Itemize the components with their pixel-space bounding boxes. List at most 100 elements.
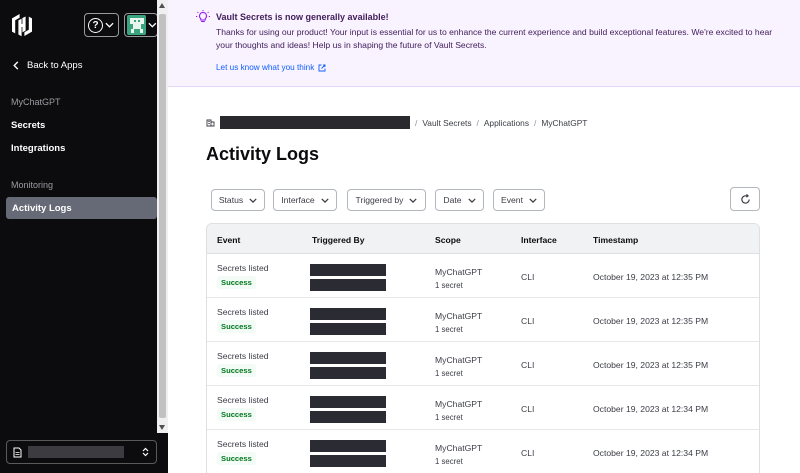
status-badge: Success: [217, 320, 256, 333]
filter-label: Date: [443, 195, 462, 205]
redacted-user: [310, 440, 386, 452]
filter-date-dropdown[interactable]: Date: [435, 189, 484, 211]
page-title: Activity Logs: [206, 144, 320, 164]
column-header-interface: Interface: [521, 235, 557, 245]
event-name: Secrets listed: [217, 439, 269, 449]
breadcrumb: / Vault Secrets / Applications / MyChatG…: [206, 116, 587, 129]
chevron-down-icon: [249, 197, 257, 203]
timestamp-value: October 19, 2023 at 12:35 PM: [593, 360, 709, 370]
banner-body: Thanks for using our product! Your input…: [216, 27, 773, 50]
chevron-down-icon: [467, 197, 476, 203]
scope-detail: 1 secret: [435, 369, 463, 378]
table-row[interactable]: Secrets listed Success MyChatGPT 1 secre…: [207, 342, 759, 386]
column-header-timestamp: Timestamp: [593, 235, 639, 245]
sidebar-item-secrets[interactable]: Secrets: [11, 120, 45, 131]
event-name: Secrets listed: [217, 395, 269, 405]
timestamp-value: October 19, 2023 at 12:34 PM: [593, 404, 709, 414]
redacted-user: [310, 264, 386, 276]
user-menu-button[interactable]: [124, 13, 158, 37]
table-row[interactable]: Secrets listed Success MyChatGPT 1 secre…: [207, 254, 759, 298]
status-badge: Success: [217, 364, 256, 377]
sidebar: ? Back to Apps MyChatGPT Secrets Integra…: [0, 0, 168, 473]
breadcrumb-vault-secrets[interactable]: Vault Secrets: [422, 118, 471, 128]
sidebar-item-activity-logs[interactable]: Activity Logs: [6, 197, 157, 219]
refresh-icon: [740, 193, 750, 204]
monitoring-section-label: Monitoring: [11, 180, 54, 190]
breadcrumb-current-app: MyChatGPT: [541, 117, 588, 128]
chevron-down-icon: [321, 197, 329, 203]
filter-label: Triggered by: [355, 195, 404, 205]
scope-detail: 1 secret: [435, 457, 463, 466]
feedback-link-label: Let us know what you think: [216, 63, 315, 72]
back-to-apps-link[interactable]: Back to Apps: [13, 60, 82, 71]
announcement-banner: Vault Secrets is now generally available…: [168, 0, 800, 87]
redacted-user-detail: [310, 323, 386, 335]
organization-icon: [206, 119, 215, 127]
avatar: [127, 15, 147, 35]
column-header-scope: Scope: [435, 235, 461, 245]
refresh-button[interactable]: [730, 187, 760, 211]
interface-value: CLI: [521, 404, 535, 414]
status-badge: Success: [217, 408, 256, 421]
hashicorp-logo-icon[interactable]: [10, 13, 34, 37]
status-badge: Success: [217, 276, 256, 289]
filter-interface-dropdown[interactable]: Interface: [273, 189, 337, 211]
chevron-down-icon: [409, 197, 418, 203]
help-menu-button[interactable]: ?: [84, 13, 119, 37]
interface-value: CLI: [521, 272, 535, 282]
redacted-user-detail: [310, 367, 386, 379]
scroll-up-icon[interactable]: [159, 3, 165, 8]
filter-label: Event: [501, 195, 523, 205]
timestamp-value: October 19, 2023 at 12:34 PM: [593, 448, 709, 458]
scope-app: MyChatGPT: [435, 355, 483, 365]
external-link-icon: [318, 64, 326, 71]
filter-status-dropdown[interactable]: Status: [211, 189, 265, 211]
project-selector[interactable]: [6, 440, 157, 464]
redacted-project-name: [28, 446, 124, 458]
help-icon: ?: [88, 17, 103, 33]
lightbulb-icon: [196, 10, 210, 23]
back-link-label: Back to Apps: [27, 60, 83, 71]
filter-event-dropdown[interactable]: Event: [493, 189, 545, 211]
feedback-link[interactable]: Let us know what you think: [216, 63, 326, 72]
interface-value: CLI: [521, 360, 535, 370]
sidebar-scrollbar[interactable]: [157, 0, 168, 433]
app-name-label: MyChatGPT: [11, 97, 61, 107]
sidebar-item-integrations[interactable]: Integrations: [11, 143, 65, 154]
redacted-user-detail: [310, 411, 386, 423]
timestamp-value: October 19, 2023 at 12:35 PM: [593, 272, 709, 282]
chevron-down-icon: [529, 197, 537, 203]
table-row[interactable]: Secrets listed Success MyChatGPT 1 secre…: [207, 298, 759, 342]
table-row[interactable]: Secrets listed Success MyChatGPT 1 secre…: [207, 430, 759, 473]
redacted-user: [310, 308, 386, 320]
chevron-up-down-icon: [142, 447, 149, 457]
column-header-triggered-by: Triggered By: [312, 235, 365, 245]
breadcrumb-applications[interactable]: Applications: [484, 118, 529, 128]
document-icon: [13, 447, 22, 457]
event-name: Secrets listed: [217, 307, 269, 317]
chevron-down-icon: [105, 22, 114, 28]
redacted-organization-name[interactable]: [220, 116, 410, 129]
scroll-down-icon[interactable]: [159, 425, 165, 430]
redacted-user: [310, 396, 386, 408]
scope-app: MyChatGPT: [435, 443, 483, 453]
table-header: Event Triggered By Scope Interface Times…: [207, 224, 759, 254]
interface-value: CLI: [521, 316, 535, 326]
scope-detail: 1 secret: [435, 325, 463, 334]
scope-app: MyChatGPT: [435, 311, 483, 321]
activity-logs-table: Event Triggered By Scope Interface Times…: [206, 223, 760, 473]
scope-detail: 1 secret: [435, 413, 463, 422]
interface-value: CLI: [521, 448, 535, 458]
chevron-left-icon: [13, 61, 19, 70]
timestamp-value: October 19, 2023 at 12:35 PM: [593, 316, 709, 326]
scrollbar-thumb[interactable]: [159, 14, 166, 418]
filter-label: Interface: [281, 195, 315, 205]
column-header-event: Event: [217, 235, 241, 245]
banner-title: Vault Secrets is now generally available…: [216, 12, 389, 22]
chevron-down-icon: [148, 22, 157, 28]
table-row[interactable]: Secrets listed Success MyChatGPT 1 secre…: [207, 386, 759, 430]
scope-app: MyChatGPT: [435, 399, 483, 409]
filter-label: Status: [218, 195, 244, 205]
filter-triggered-by-dropdown[interactable]: Triggered by: [347, 189, 426, 211]
event-name: Secrets listed: [217, 351, 269, 361]
